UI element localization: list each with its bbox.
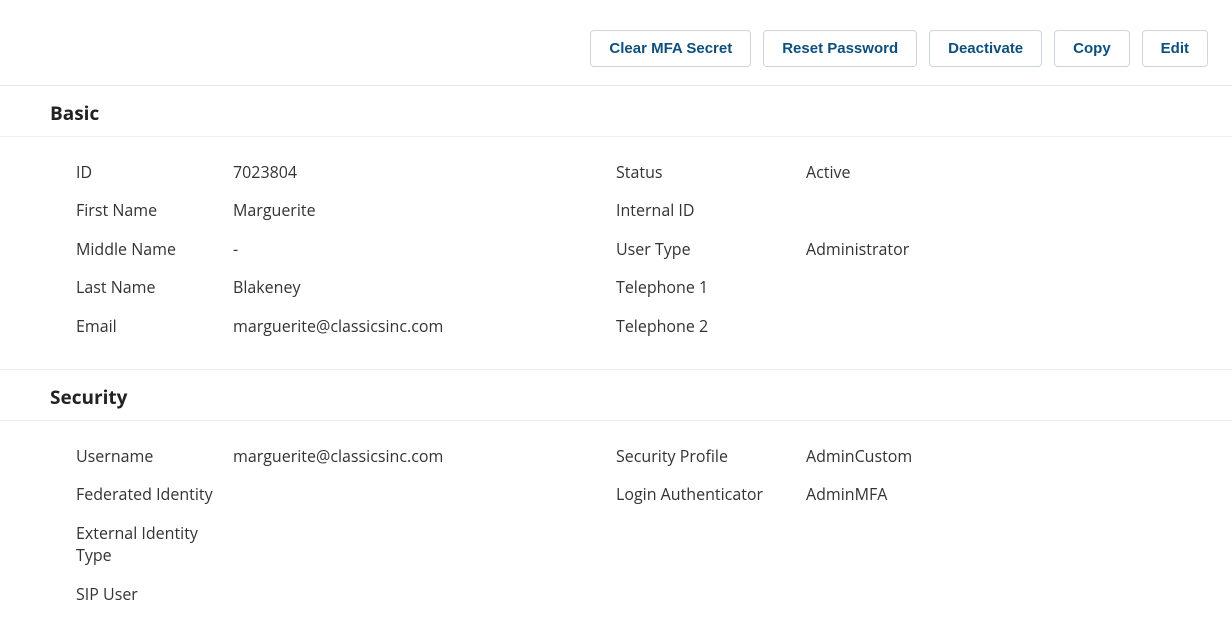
deactivate-button[interactable]: Deactivate <box>929 30 1042 67</box>
field-label: SIP User <box>50 583 233 605</box>
field-label: Login Authenticator <box>616 483 806 505</box>
field-label: Email <box>50 315 233 337</box>
field-label: Federated Identity <box>50 483 233 505</box>
field-internal-id: Internal ID <box>616 191 1182 229</box>
field-last-name: Last Name Blakeney <box>50 268 616 306</box>
field-email: Email marguerite@classicsinc.com <box>50 307 616 345</box>
field-value: Active <box>806 161 1182 183</box>
edit-button[interactable]: Edit <box>1142 30 1208 67</box>
field-label: Status <box>616 161 806 183</box>
field-value: - <box>233 238 616 260</box>
field-security-profile: Security Profile AdminCustom <box>616 437 1182 475</box>
field-value: marguerite@classicsinc.com <box>233 445 616 467</box>
field-label: Security Profile <box>616 445 806 467</box>
field-value: Marguerite <box>233 199 616 221</box>
field-label: Last Name <box>50 276 233 298</box>
clear-mfa-secret-button[interactable]: Clear MFA Secret <box>590 30 751 67</box>
field-label: ID <box>50 161 233 183</box>
field-telephone-2: Telephone 2 <box>616 307 1182 345</box>
field-label: User Type <box>616 238 806 260</box>
field-first-name: First Name Marguerite <box>50 191 616 229</box>
field-label: Username <box>50 445 233 467</box>
basic-section-header: Basic <box>0 86 1232 137</box>
field-value: 7023804 <box>233 161 616 183</box>
field-value: Administrator <box>806 238 1182 260</box>
field-user-type: User Type Administrator <box>616 230 1182 268</box>
field-label: Middle Name <box>50 238 233 260</box>
field-label: External Identity Type <box>50 522 233 567</box>
field-status: Status Active <box>616 153 1182 191</box>
toolbar: Clear MFA Secret Reset Password Deactiva… <box>0 0 1232 86</box>
field-label: Telephone 2 <box>616 315 806 337</box>
field-value: marguerite@classicsinc.com <box>233 315 616 337</box>
field-external-identity-type: External Identity Type <box>50 514 616 575</box>
field-sip-user: SIP User <box>50 575 616 613</box>
field-login-authenticator: Login Authenticator AdminMFA <box>616 475 1182 513</box>
copy-button[interactable]: Copy <box>1054 30 1130 67</box>
security-section: Username marguerite@classicsinc.com Fede… <box>0 421 1232 637</box>
field-label: Internal ID <box>616 199 806 221</box>
field-id: ID 7023804 <box>50 153 616 191</box>
field-federated-identity: Federated Identity <box>50 475 616 513</box>
field-middle-name: Middle Name - <box>50 230 616 268</box>
field-label: Telephone 1 <box>616 276 806 298</box>
reset-password-button[interactable]: Reset Password <box>763 30 917 67</box>
field-username: Username marguerite@classicsinc.com <box>50 437 616 475</box>
basic-section: ID 7023804 First Name Marguerite Middle … <box>0 137 1232 369</box>
field-value: AdminMFA <box>806 483 1182 505</box>
field-value: AdminCustom <box>806 445 1182 467</box>
field-value: Blakeney <box>233 276 616 298</box>
field-label: First Name <box>50 199 233 221</box>
security-section-header: Security <box>0 370 1232 421</box>
field-telephone-1: Telephone 1 <box>616 268 1182 306</box>
